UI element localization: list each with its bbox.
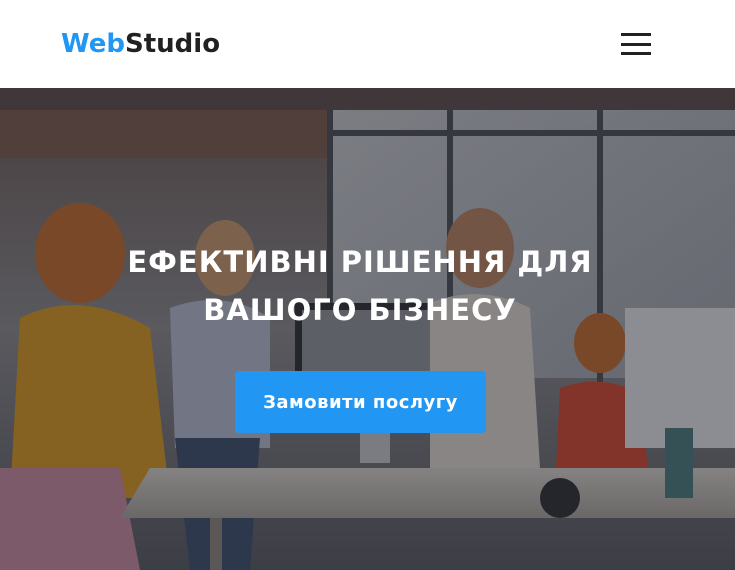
hero-section: Ефективні рішення для вашого бізнесу Зам… xyxy=(0,88,735,570)
menu-bar xyxy=(621,33,651,36)
order-service-button[interactable]: Замовити послугу xyxy=(235,371,486,433)
logo-web: Web xyxy=(61,29,125,59)
hero-content: Ефективні рішення для вашого бізнесу Зам… xyxy=(0,88,735,570)
site-header: WebStudio xyxy=(0,0,735,88)
hamburger-menu-icon[interactable] xyxy=(621,33,651,55)
menu-bar xyxy=(621,42,651,46)
logo-studio: Studio xyxy=(125,29,221,59)
menu-bar xyxy=(621,52,651,55)
logo[interactable]: WebStudio xyxy=(61,31,220,57)
hero-title: Ефективні рішення для вашого бізнесу xyxy=(127,245,593,327)
